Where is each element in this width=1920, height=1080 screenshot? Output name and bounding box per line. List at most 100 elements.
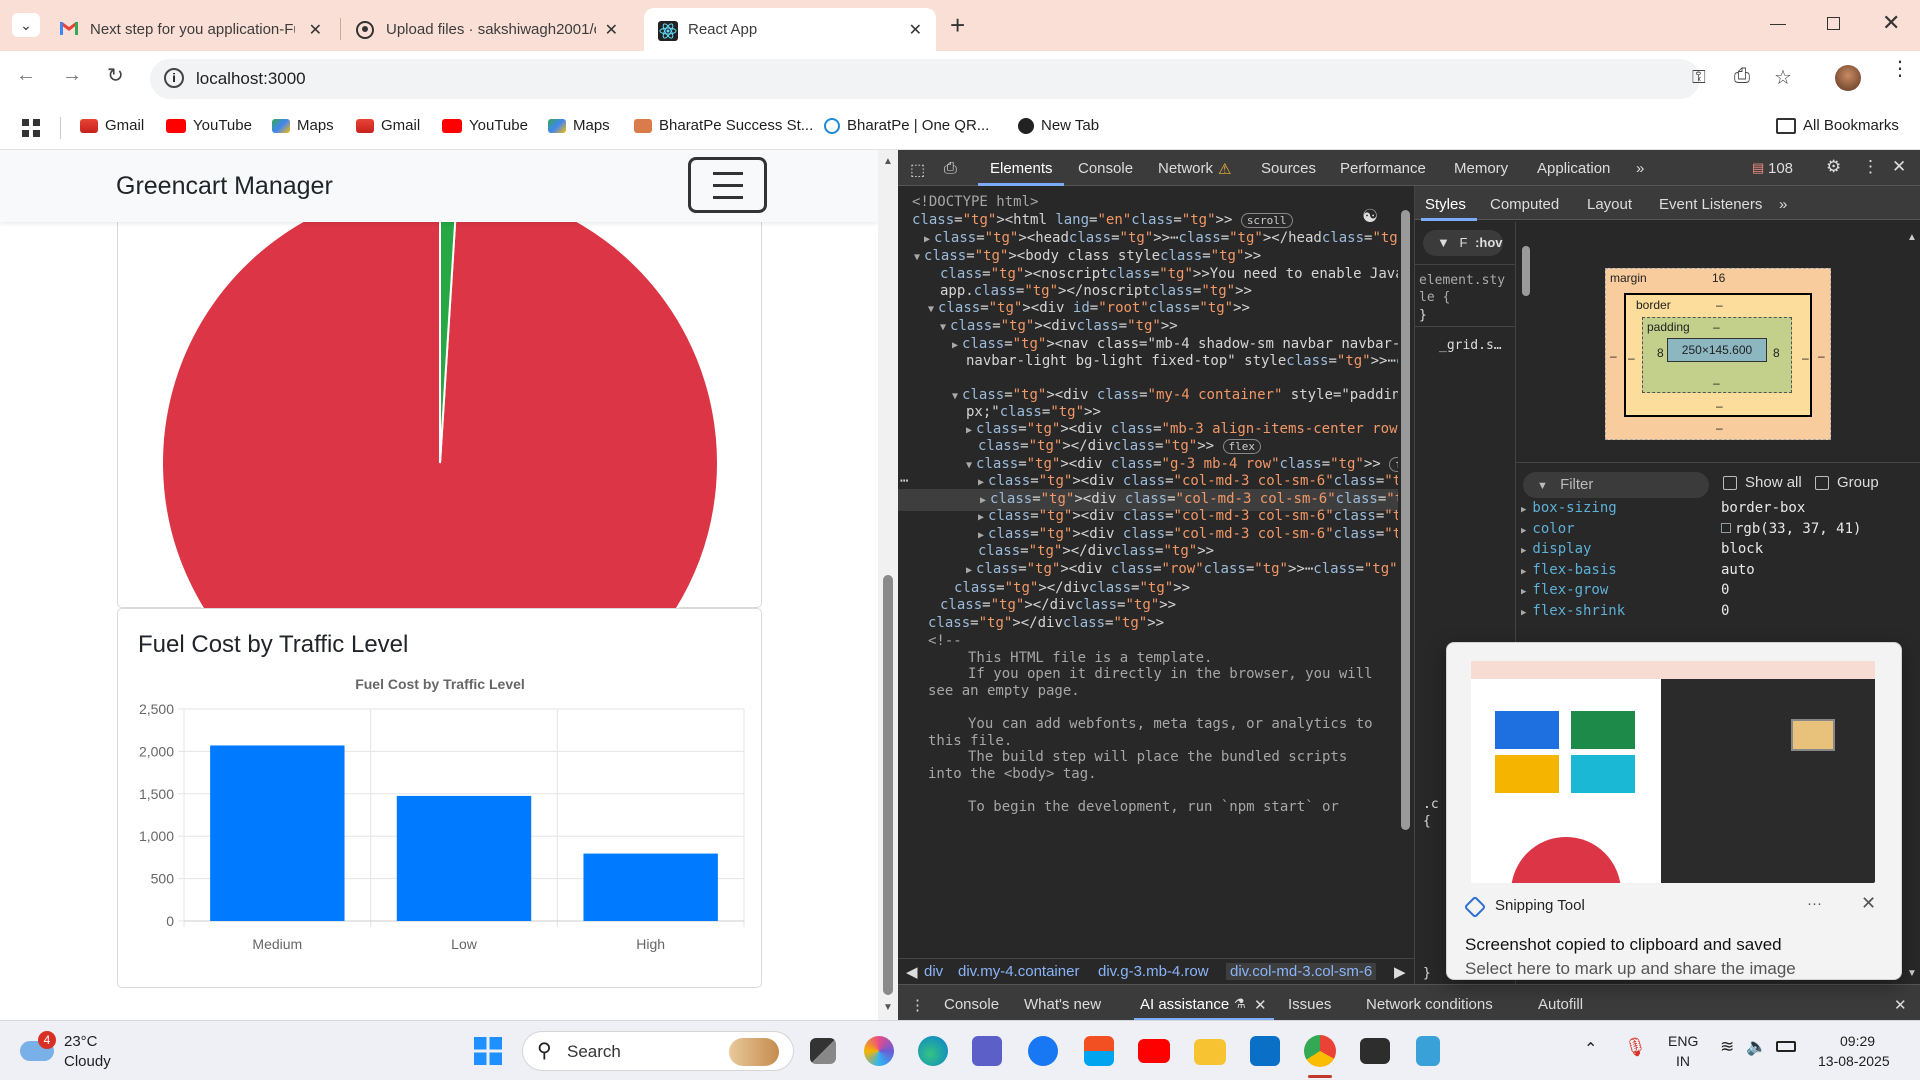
apps-grid-icon[interactable]	[22, 119, 40, 137]
install-app-icon[interactable]: ⎙	[1734, 65, 1750, 88]
drawer-tab-whats-new[interactable]: What's new	[1024, 996, 1101, 1013]
dom-node-line[interactable]: You can add webfonts, meta tags, or anal…	[968, 714, 1373, 735]
start-button[interactable]	[474, 1037, 502, 1065]
dom-node-line[interactable]: into the <body> tag.	[928, 764, 1097, 785]
issues-count[interactable]: 108	[1768, 160, 1793, 177]
bar-medium[interactable]	[210, 745, 345, 921]
tab-elements[interactable]: Elements	[990, 160, 1053, 177]
box-model-content[interactable]: 250×145.600	[1667, 338, 1767, 362]
tab-gmail[interactable]: Next step for you application-Fu ✕	[46, 8, 336, 51]
styles-filter[interactable]: ▼ F :hov	[1423, 230, 1503, 256]
computed-property-row[interactable]: ▶ box-sizing border-box	[1521, 500, 1911, 520]
dom-node-line[interactable]: see an empty page.	[928, 681, 1080, 702]
menu-kebab-icon[interactable]: ⋮	[1890, 59, 1910, 79]
tab-network[interactable]: Network	[1158, 160, 1213, 177]
region-indicator[interactable]: IN	[1676, 1053, 1690, 1069]
back-icon[interactable]: ←	[16, 64, 36, 87]
devtools-menu-icon[interactable]: ⋮	[1862, 157, 1879, 177]
clock-time[interactable]: 09:29	[1840, 1033, 1875, 1049]
node-actions-icon[interactable]: ⋯	[900, 471, 908, 492]
breadcrumb-item[interactable]: div.my-4.container	[958, 963, 1079, 980]
computed-property-row[interactable]: ▶ flex-grow 0	[1521, 582, 1911, 602]
site-info-icon[interactable]: i	[164, 68, 184, 88]
app-brand[interactable]: Greencart Manager	[116, 172, 333, 201]
bar-low[interactable]	[396, 795, 532, 921]
bookmark-maps[interactable]: Maps	[548, 117, 610, 134]
terminal-icon[interactable]	[1360, 1038, 1390, 1064]
weather-widget[interactable]: 4 23°C Cloudy	[20, 1031, 140, 1071]
tab-react-app[interactable]: React App ✕	[644, 8, 936, 51]
breadcrumb-next-icon[interactable]: ▶	[1394, 963, 1406, 981]
grid-rule[interactable]: _grid.s…	[1439, 338, 1502, 353]
vscode-icon[interactable]	[1250, 1036, 1280, 1066]
more-tabs-icon[interactable]: »	[1636, 160, 1644, 177]
restore-icon[interactable]	[1827, 17, 1840, 30]
accessibility-tree-icon[interactable]: ☯	[1362, 206, 1378, 227]
bookmark-gmail[interactable]: Gmail	[80, 117, 144, 134]
tab-styles[interactable]: Styles	[1425, 196, 1466, 213]
drawer-tab-issues[interactable]: Issues	[1288, 996, 1331, 1013]
tab-layout[interactable]: Layout	[1587, 196, 1632, 213]
tab-sources[interactable]: Sources	[1261, 160, 1316, 177]
youtube-app-icon[interactable]	[1138, 1039, 1170, 1063]
store-icon[interactable]	[1084, 1036, 1114, 1066]
file-explorer-icon[interactable]	[1194, 1039, 1226, 1065]
breadcrumb-item[interactable]: div	[924, 963, 943, 980]
drawer-tab-console[interactable]: Console	[944, 996, 999, 1013]
more-side-tabs-icon[interactable]: »	[1779, 196, 1787, 213]
drawer-close-icon[interactable]: ✕	[1894, 996, 1907, 1014]
devtools-close-icon[interactable]: ✕	[1892, 157, 1906, 177]
show-all-checkbox[interactable]	[1723, 476, 1737, 490]
all-bookmarks[interactable]: All Bookmarks	[1776, 117, 1899, 134]
issues-icon[interactable]: ▤	[1752, 160, 1764, 176]
drawer-tab-network-conditions[interactable]: Network conditions	[1366, 996, 1493, 1013]
password-key-icon[interactable]: ⚿	[1692, 67, 1706, 88]
profile-avatar[interactable]	[1835, 65, 1861, 91]
close-icon[interactable]: ✕	[909, 20, 922, 40]
teams-icon[interactable]	[972, 1036, 1002, 1066]
tab-performance[interactable]: Performance	[1340, 160, 1426, 177]
minimize-icon[interactable]	[1770, 24, 1786, 25]
volume-icon[interactable]: 🔈	[1746, 1037, 1767, 1057]
tab-memory[interactable]: Memory	[1454, 160, 1508, 177]
computed-property-row[interactable]: ▶ display block	[1521, 541, 1911, 561]
battery-icon[interactable]	[1776, 1041, 1796, 1052]
computed-filter-input[interactable]: ▼ Filter	[1523, 472, 1709, 498]
bookmark-bharatpe[interactable]: BharatPe Success St...	[634, 117, 813, 134]
snipping-tool-notification[interactable]: Snipping Tool ··· ✕ Screenshot copied to…	[1446, 642, 1902, 980]
new-tab-button[interactable]: +	[950, 10, 965, 41]
taskbar-search[interactable]: ⚲ Search	[522, 1031, 794, 1071]
bookmark-new-tab[interactable]: New Tab	[1018, 117, 1099, 134]
tab-console[interactable]: Console	[1078, 160, 1133, 177]
drawer-tab-ai-assistance[interactable]: AI assistance	[1140, 996, 1229, 1013]
computed-property-row[interactable]: ▶ flex-shrink 0	[1521, 603, 1911, 623]
breadcrumb-item-current[interactable]: div.col-md-3.col-sm-6	[1226, 963, 1377, 980]
notepad-icon[interactable]	[1416, 1036, 1440, 1066]
edge-icon[interactable]	[918, 1036, 948, 1066]
breadcrumb-item[interactable]: div.g-3.mb-4.row	[1098, 963, 1209, 980]
close-icon[interactable]: ✕	[605, 20, 618, 40]
device-toolbar-icon[interactable]: ⎙	[944, 160, 957, 178]
tray-overflow-icon[interactable]: ⌃	[1584, 1039, 1597, 1059]
bookmark-youtube[interactable]: YouTube	[166, 117, 252, 134]
more-options-icon[interactable]: ···	[1807, 895, 1822, 912]
tab-computed[interactable]: Computed	[1490, 196, 1559, 213]
forward-icon[interactable]: →	[62, 64, 82, 87]
settings-gear-icon[interactable]: ⚙	[1826, 157, 1841, 177]
address-bar[interactable]: i localhost:3000 ⚿ ⎙ ☆	[150, 59, 1792, 99]
chrome-icon[interactable]	[1304, 1035, 1336, 1067]
dom-tree[interactable]: <!DOCTYPE html> class="tg"><html lang="en…	[898, 186, 1400, 984]
microphone-icon[interactable]: 🎙	[1624, 1037, 1647, 1058]
dom-node-line[interactable]: class="tg"></divclass="tg">>	[928, 613, 1164, 634]
dom-node-line[interactable]: To begin the development, run `npm start…	[968, 797, 1339, 818]
styles-scrollbar[interactable]: ▲ ▼	[1905, 222, 1919, 984]
drawer-menu-icon[interactable]: ⋮	[910, 996, 925, 1014]
navbar-toggler-button[interactable]	[688, 157, 767, 213]
tab-event-listeners[interactable]: Event Listeners	[1659, 196, 1762, 213]
bookmark-youtube[interactable]: YouTube	[442, 117, 528, 134]
inspect-element-icon[interactable]: ⬚	[910, 160, 925, 180]
drawer-tab-autofill[interactable]: Autofill	[1538, 996, 1583, 1013]
dom-node-line[interactable]: <!--	[928, 631, 962, 652]
close-icon[interactable]: ✕	[309, 20, 322, 40]
bookmark-maps[interactable]: Maps	[272, 117, 334, 134]
